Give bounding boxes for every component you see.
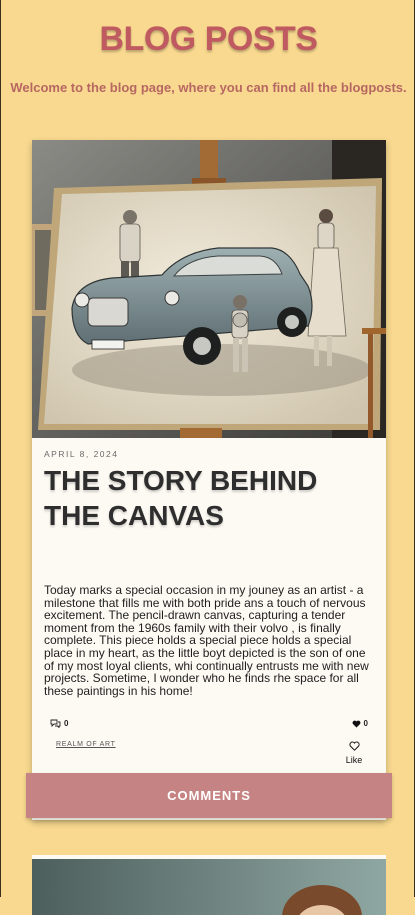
like-label: Like: [345, 755, 363, 765]
heart-filled-icon: [352, 720, 360, 728]
comment-count: 0: [50, 719, 68, 728]
page-title: BLOG POSTS: [99, 20, 318, 58]
like-button[interactable]: Like: [339, 741, 369, 765]
comments-button[interactable]: COMMENTS: [26, 773, 392, 818]
page-subtitle: Welcome to the blog page, where you can …: [10, 80, 407, 95]
blog-post-card: APRIL 8, 2024 THE STORY BEHIND THE CANVA…: [32, 140, 386, 820]
post-image[interactable]: [32, 140, 386, 438]
like-count-value: 0: [363, 719, 368, 728]
post-date: APRIL 8, 2024: [44, 449, 119, 459]
post-body: Today marks a special occasion in my jou…: [44, 583, 369, 698]
artwork-illustration: [32, 140, 386, 438]
category-link[interactable]: REALM OF ART: [56, 741, 116, 748]
post-title[interactable]: THE STORY BEHIND THE CANVAS: [44, 463, 379, 533]
next-post-image: [32, 855, 386, 915]
like-count: 0: [352, 719, 368, 728]
next-blog-post-card[interactable]: [32, 855, 386, 915]
heart-outline-icon: [348, 741, 360, 751]
comment-count-value: 0: [64, 719, 69, 728]
comments-icon: [50, 719, 61, 728]
